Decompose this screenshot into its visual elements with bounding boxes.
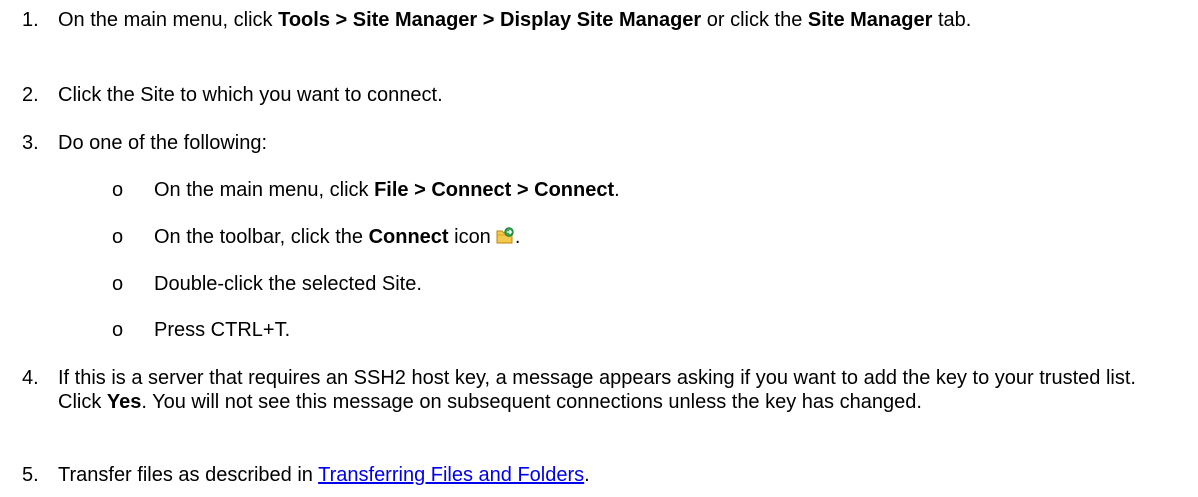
- step-number: 5.: [22, 464, 39, 486]
- step-1: 1. On the main menu, click Tools > Site …: [22, 8, 1182, 58]
- step-text: Transfer files as described in Transferr…: [58, 464, 590, 486]
- menu-path: Tools > Site Manager > Display Site Mana…: [278, 9, 702, 31]
- step-number: 3.: [22, 132, 39, 154]
- tab-name: Site Manager: [807, 9, 933, 31]
- bullet: o: [112, 226, 124, 248]
- option-item: o Press CTRL+T.: [112, 319, 291, 341]
- step-text: Click the Site to which you want to conn…: [58, 84, 443, 106]
- menu-path: File > Connect > Connect: [374, 179, 615, 201]
- step-number: 2.: [22, 84, 39, 106]
- button-name: Yes: [106, 391, 142, 413]
- option-item: o On the main menu, click File > Connect…: [112, 179, 620, 201]
- bullet: o: [112, 179, 124, 201]
- step-2: 2. Click the Site to which you want to c…: [22, 83, 1182, 107]
- transferring-files-link[interactable]: Transferring Files and Folders: [318, 464, 584, 486]
- bullet: o: [112, 273, 124, 295]
- connect-folder-icon: [495, 226, 515, 246]
- step-5: 5. Transfer files as described in Transf…: [22, 463, 1182, 487]
- bullet: o: [112, 319, 124, 341]
- option-item: o Double-click the selected Site.: [112, 273, 422, 295]
- step-text: If this is a server that requires an SSH…: [58, 367, 1136, 413]
- step-number: 1.: [22, 9, 39, 31]
- procedure-document: 1. On the main menu, click Tools > Site …: [0, 0, 1198, 497]
- step-number: 4.: [22, 367, 39, 389]
- option-item: o On the toolbar, click the Connect icon…: [112, 226, 521, 248]
- step-text: Do one of the following:: [58, 132, 268, 154]
- toolbar-button-name: Connect: [368, 226, 449, 248]
- step-text: On the main menu, click Tools > Site Man…: [58, 9, 972, 31]
- step-3: 3. Do one of the following:: [22, 131, 1182, 155]
- step-4: 4. If this is a server that requires an …: [22, 366, 1182, 438]
